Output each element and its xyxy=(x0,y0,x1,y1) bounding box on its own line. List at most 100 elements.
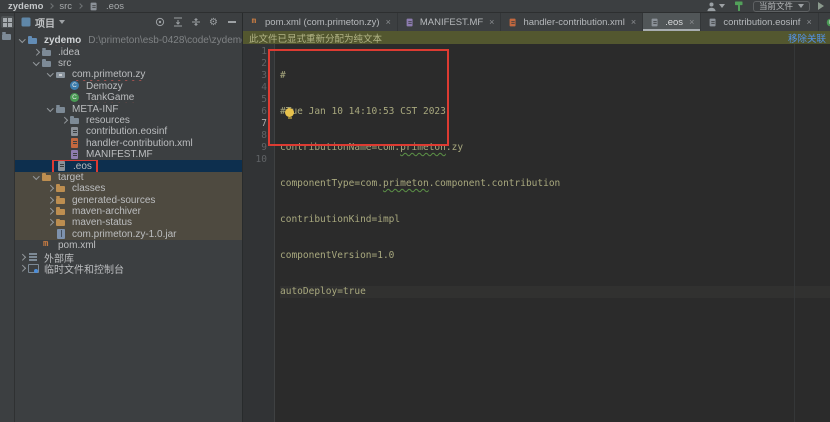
tree-item-demozy[interactable]: Demozy xyxy=(15,81,242,92)
tree-item-manifest[interactable]: MANIFEST.MF xyxy=(15,149,242,160)
text-file-icon xyxy=(69,126,81,137)
build-hammer-icon[interactable] xyxy=(733,0,745,12)
chevron-spacer xyxy=(60,82,69,91)
tree-item-tankgame[interactable]: TankGame xyxy=(15,92,242,103)
scratches-console-icon xyxy=(27,263,39,274)
tree-item-label: classes xyxy=(70,183,107,194)
panel-actions: ⚙ xyxy=(154,17,237,28)
tree-item-contribution-eosinf[interactable]: contribution.eosinf xyxy=(15,126,242,137)
chevron-expanded-icon[interactable] xyxy=(32,59,41,68)
text-file-icon xyxy=(650,17,660,26)
tab-contribution-eosinf[interactable]: contribution.eosinf × xyxy=(701,13,818,31)
chevron-collapsed-icon[interactable] xyxy=(46,196,55,205)
banner-action-link[interactable]: 移除关联 xyxy=(788,31,826,45)
tool-window-stripe xyxy=(0,13,15,422)
settings-gear-icon[interactable]: ⚙ xyxy=(208,17,219,28)
expand-collapse-icon[interactable] xyxy=(190,17,201,28)
tab-pom-xml[interactable]: pom.xml (com.primeton.zy) × xyxy=(243,13,398,31)
tree-item-generated-sources[interactable]: generated-sources xyxy=(15,194,242,205)
run-button[interactable] xyxy=(818,2,824,10)
tab-tankgame[interactable]: TankGame.java × xyxy=(819,13,830,31)
intention-bulb-icon[interactable] xyxy=(285,108,294,117)
breadcrumb-file[interactable]: .eos xyxy=(106,1,124,12)
excluded-folder-icon xyxy=(55,206,67,217)
tree-item-target[interactable]: target xyxy=(15,172,242,183)
close-icon[interactable]: × xyxy=(489,17,494,27)
folder-icon xyxy=(41,47,53,58)
tab-eos-active[interactable]: .eos × xyxy=(643,13,701,31)
tree-item-label: resources xyxy=(84,115,132,126)
code-line[interactable]: contributionKind=impl xyxy=(280,214,830,226)
locate-file-icon[interactable] xyxy=(154,17,165,28)
code-line[interactable]: componentType=com.primeton.component.con… xyxy=(280,178,830,190)
annotation-rect-tree: .eos xyxy=(52,160,98,171)
tree-item-zydemo[interactable]: zydemo D:\primeton\esb-0428\code\zydemo xyxy=(15,35,242,46)
tree-item-src[interactable]: src xyxy=(15,58,242,69)
chevron-collapsed-icon[interactable] xyxy=(46,207,55,216)
profile-button[interactable] xyxy=(706,1,725,12)
tree-item-pom[interactable]: pom.xml xyxy=(15,240,242,251)
libraries-icon xyxy=(27,252,39,263)
chevron-spacer xyxy=(46,230,55,239)
code-editor[interactable]: 1 2 3 4 5 6 7 8 9 10 # #Tue Jan 10 14:10… xyxy=(243,44,830,422)
tree-item-scratches[interactable]: 临时文件和控制台 xyxy=(15,263,242,274)
folders-tool-button[interactable] xyxy=(1,30,14,42)
tree-item-external-libraries[interactable]: 外部库 xyxy=(15,251,242,262)
code-line[interactable]: componentVersion=1.0 xyxy=(280,250,830,262)
collapse-all-icon[interactable] xyxy=(172,17,183,28)
tree-item-label: 临时文件和控制台 xyxy=(42,263,126,274)
chevron-collapsed-icon[interactable] xyxy=(46,218,55,227)
tree-item-maven-archiver[interactable]: maven-archiver xyxy=(15,206,242,217)
tab-handler-contribution[interactable]: handler-contribution.xml × xyxy=(501,13,643,31)
text-file-icon xyxy=(708,17,718,26)
folder-icon xyxy=(41,58,53,69)
chevron-expanded-icon[interactable] xyxy=(32,173,41,182)
chevron-collapsed-icon[interactable] xyxy=(18,253,27,262)
maven-file-icon xyxy=(250,17,260,26)
excluded-folder-icon xyxy=(41,172,53,183)
project-panel-header: 项目 ⚙ xyxy=(15,13,242,31)
xml-file-icon xyxy=(69,138,81,149)
close-icon[interactable]: × xyxy=(386,17,391,27)
hide-panel-icon[interactable] xyxy=(226,17,237,28)
run-config-label: 当前文件 xyxy=(759,0,793,12)
code-line[interactable] xyxy=(280,358,830,370)
chevron-expanded-icon[interactable] xyxy=(46,105,55,114)
code-line[interactable] xyxy=(280,322,830,334)
line-number: 4 xyxy=(243,82,267,94)
tree-item-package[interactable]: com.primeton.zy xyxy=(15,69,242,80)
chevron-expanded-icon[interactable] xyxy=(46,70,55,79)
chevron-collapsed-icon[interactable] xyxy=(18,264,27,273)
run-config-select[interactable]: 当前文件 xyxy=(753,1,810,12)
tree-item-maven-status[interactable]: maven-status xyxy=(15,217,242,228)
code-line[interactable] xyxy=(280,394,830,406)
close-icon[interactable]: × xyxy=(631,17,636,27)
tab-label: handler-contribution.xml xyxy=(523,17,624,28)
breadcrumb-project[interactable]: zydemo xyxy=(8,1,43,12)
tree-item-label: META-INF xyxy=(70,104,120,115)
close-icon[interactable]: × xyxy=(689,17,694,27)
chevron-expanded-icon[interactable] xyxy=(18,36,27,45)
text-file-icon xyxy=(89,1,99,10)
tree-item-classes[interactable]: classes xyxy=(15,183,242,194)
breadcrumb-src[interactable]: src xyxy=(59,1,72,12)
editor-area: pom.xml (com.primeton.zy) × MANIFEST.MF … xyxy=(243,13,830,422)
chevron-collapsed-icon[interactable] xyxy=(46,184,55,193)
chevron-collapsed-icon[interactable] xyxy=(32,48,41,57)
excluded-folder-icon xyxy=(55,217,67,228)
chevron-collapsed-icon[interactable] xyxy=(60,116,69,125)
tree-item-label: Demozy xyxy=(84,81,125,92)
xml-file-icon xyxy=(508,17,518,26)
chevron-down-icon[interactable] xyxy=(59,20,65,24)
tree-item-resources[interactable]: resources xyxy=(15,115,242,126)
tab-manifest[interactable]: MANIFEST.MF × xyxy=(398,13,502,31)
tree-item-label: .idea xyxy=(56,47,82,58)
tree-item-idea[interactable]: .idea xyxy=(15,46,242,57)
tree-item-jar[interactable]: com.primeton.zy-1.0.jar xyxy=(15,229,242,240)
tree-item-metainf[interactable]: META-INF xyxy=(15,103,242,114)
code-line-current[interactable]: autoDeploy=true xyxy=(280,286,830,298)
tree-item-handler-contribution[interactable]: handler-contribution.xml xyxy=(15,138,242,149)
close-icon[interactable]: × xyxy=(806,17,811,27)
project-tool-button[interactable] xyxy=(1,16,14,28)
tree-item-eos-selected[interactable]: .eos xyxy=(15,160,242,171)
